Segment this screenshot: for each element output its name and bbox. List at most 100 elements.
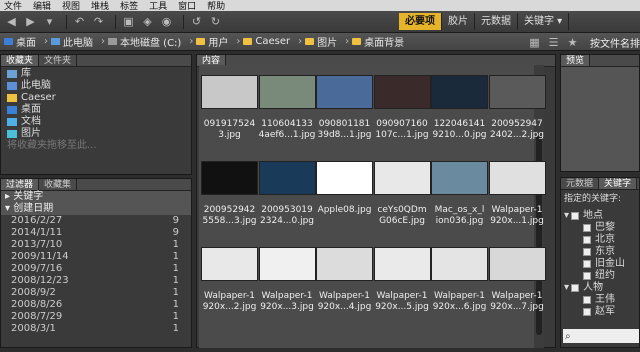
keyword-checkbox[interactable] [583,248,591,256]
thumbnail-image[interactable] [431,75,488,109]
filter-date-row[interactable]: 2008/7/29 1 [1,311,191,323]
thumbnail-item[interactable]: 200952947 2402...2.jpg [488,75,546,160]
back-arrow-icon[interactable]: ◀ [4,14,19,29]
keyword-checkbox[interactable] [571,284,579,292]
thumbnail-item[interactable]: 122046141 9210...0.jpg [431,75,488,160]
boomerang-icon[interactable]: ↶ [72,14,87,29]
tab-favorites[interactable]: 收藏夹 [1,55,40,66]
keyword-group[interactable]: ▾ 地点 [564,210,639,222]
tab-preview[interactable]: 预览 [561,55,591,66]
thumbnail-item[interactable]: Walpaper-1 920x...1.jpg [488,161,546,246]
history-dropdown-icon[interactable]: ▾ [42,14,57,29]
thumbnail-item[interactable]: Walpaper-1 920x...2.jpg [201,247,258,332]
thumbnail-item[interactable]: 090801181 39d8...1.jpg [316,75,373,160]
filter-date-row[interactable]: 2008/12/23 1 [1,275,191,287]
thumbnail-image[interactable] [488,247,546,281]
keyword-item[interactable]: 巴黎 [564,222,639,234]
tab-folders[interactable]: 文件夹 [39,55,78,66]
thumbnail-image[interactable] [373,75,431,109]
breadcrumb-desktop-backgrounds[interactable]: 桌面背景 [352,34,404,49]
keyword-group[interactable]: ▾ 人物 [564,282,639,294]
forward-arrow-icon[interactable]: ▶ [23,14,38,29]
rotate-right-icon[interactable]: ↻ [208,14,223,29]
star-filter-icon[interactable]: ★ [565,35,580,50]
breadcrumb-users[interactable]: 用户 [196,34,228,49]
tab-collections[interactable]: 收藏集 [39,179,78,190]
filter-date-row[interactable]: 2013/7/10 1 [1,239,191,251]
thumbnail-image[interactable] [316,75,373,109]
thumbnail-image[interactable] [201,161,258,195]
filter-keywords-header[interactable]: ▸ 关键字 [1,191,191,203]
thumbnail-item[interactable]: Walpaper-1 920x...5.jpg [373,247,431,332]
thumbnail-item[interactable]: 090907160 107c...1.jpg [373,75,431,160]
thumbnail-image[interactable] [258,75,316,109]
breadcrumb-this-pc[interactable]: 此电脑 [51,34,93,49]
filter-date-row[interactable]: 2008/3/1 1 [1,323,191,335]
thumbnail-item[interactable]: Walpaper-1 920x...4.jpg [316,247,373,332]
filter-date-row[interactable]: 2014/1/11 9 [1,227,191,239]
thumbnail-image[interactable] [258,161,316,195]
thumbnail-image[interactable] [201,75,258,109]
keyword-item[interactable]: 纽约 [564,270,639,282]
keyword-item[interactable]: 赵军 [564,306,639,318]
keyword-checkbox[interactable] [571,212,579,220]
filter-date-header[interactable]: ▾ 创建日期 [1,203,191,215]
filter-date-row[interactable]: 2016/2/27 9 [1,215,191,227]
favorite-item-library[interactable]: 库 [7,68,185,80]
keyword-checkbox[interactable] [583,260,591,268]
thumbnail-image[interactable] [488,161,546,195]
breadcrumb-caeser[interactable]: Caeser [243,36,290,47]
breadcrumb-local-disk[interactable]: 本地磁盘 (C:) [108,34,181,49]
thumbnail-image[interactable] [201,247,258,281]
favorite-item-desktop[interactable]: 桌面 [7,104,185,116]
keyword-checkbox[interactable] [583,224,591,232]
thumbnail-image[interactable] [431,161,488,195]
favorite-item-caeser[interactable]: Caeser [7,92,185,104]
filter-date-row[interactable]: 2009/7/16 1 [1,263,191,275]
sort-label[interactable]: 按文件名排 [590,35,640,50]
favorite-item-this-pc[interactable]: 此电脑 [7,80,185,92]
thumbnail-item[interactable]: Mac_os_x_l ion036.jpg [431,161,488,246]
thumbnail-item[interactable]: Walpaper-1 920x...3.jpg [258,247,316,332]
thumbnail-image[interactable] [431,247,488,281]
workspace-filmstrip[interactable]: 胶片 [442,13,475,30]
thumbnail-image[interactable] [316,161,373,195]
thumbnail-item[interactable]: Apple08.jpg [316,161,373,246]
favorite-item-pictures[interactable]: 图片 [7,128,185,140]
keyword-search[interactable]: ⌕ [563,329,639,343]
tab-metadata[interactable]: 元数据 [561,178,600,189]
keyword-item[interactable]: 王伟 [564,294,639,306]
thumbnail-item[interactable]: ceYs0QDm G06cE.jpg [373,161,431,246]
keyword-checkbox[interactable] [583,236,591,244]
keyword-item[interactable]: 东京 [564,246,639,258]
thumbnail-item[interactable]: Walpaper-1 920x...6.jpg [431,247,488,332]
keyword-checkbox[interactable] [583,296,591,304]
tab-filter[interactable]: 过滤器 [1,179,40,190]
open-in-camera-raw-icon[interactable]: ◉ [159,14,174,29]
thumbnail-item[interactable]: 200952942 5558...3.jpg [201,161,258,246]
reveal-recent-icon[interactable]: ↷ [91,14,106,29]
grid-view-icon[interactable]: ▦ [527,35,542,50]
workspace-metadata[interactable]: 元数据 [475,13,518,30]
breadcrumb-desktop[interactable]: 桌面 [4,34,36,49]
thumbnail-image[interactable] [373,161,431,195]
thumbnail-item[interactable]: 110604133 4aef6...1.jpg [258,75,316,160]
filter-date-row[interactable]: 2008/9/2 1 [1,287,191,299]
thumbnail-image[interactable] [258,247,316,281]
keyword-item[interactable]: 北京 [564,234,639,246]
filter-date-row[interactable]: 2008/8/26 1 [1,299,191,311]
refine-icon[interactable]: ◈ [140,14,155,29]
camera-icon[interactable]: ▣ [121,14,136,29]
workspace-keywords[interactable]: 关键字 ▾ [518,13,570,30]
thumbnail-image[interactable] [488,75,546,109]
keyword-checkbox[interactable] [583,272,591,280]
thumbnail-item[interactable]: 091917524 3.jpg [201,75,258,160]
breadcrumb-pictures[interactable]: 图片 [305,34,337,49]
keyword-checkbox[interactable] [583,308,591,316]
thumbnail-image[interactable] [316,247,373,281]
list-view-icon[interactable]: ☰ [546,35,561,50]
thumbnail-item[interactable]: 200953019 2324...0.jpg [258,161,316,246]
workspace-essentials[interactable]: 必要项 [399,13,442,30]
thumbnail-image[interactable] [373,247,431,281]
rotate-left-icon[interactable]: ↺ [189,14,204,29]
